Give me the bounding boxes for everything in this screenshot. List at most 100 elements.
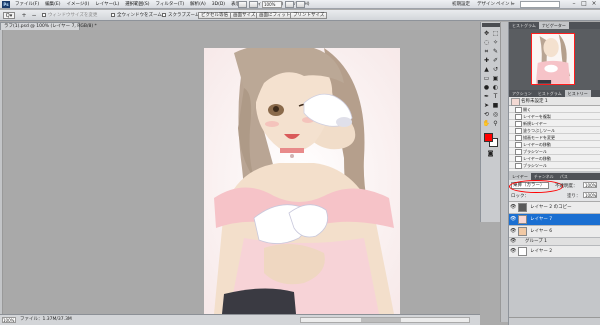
- menu-file[interactable]: ファイル(F): [12, 0, 42, 9]
- status-zoom-field[interactable]: 100%: [2, 317, 16, 323]
- actual-pixels-button[interactable]: ピクセル等倍: [198, 12, 231, 19]
- layer-row[interactable]: 👁 レイヤー 6: [509, 226, 600, 238]
- close-icon[interactable]: ×: [589, 0, 599, 8]
- blend-mode-select[interactable]: 乗算（カラー）: [509, 180, 563, 193]
- tab-actions[interactable]: アクション: [509, 90, 535, 97]
- history-item[interactable]: レイヤーの移動: [509, 141, 600, 148]
- zoom-tool-icon[interactable]: ⚲: [491, 119, 500, 128]
- history-item[interactable]: 開く: [509, 106, 600, 113]
- lock-label: ロック：: [511, 194, 529, 199]
- fit-screen-button[interactable]: 画面サイズ: [230, 12, 259, 19]
- horizontal-scrollbar[interactable]: [300, 317, 470, 323]
- layer-row[interactable]: 👁 レイヤー 2: [509, 246, 600, 258]
- history-brush-tool-icon[interactable]: ↺: [491, 65, 500, 74]
- layer-name: レイヤー 2 のコピー: [530, 205, 572, 210]
- eye-icon[interactable]: 👁: [510, 228, 516, 235]
- crop-tool-icon[interactable]: ⌗: [482, 47, 491, 56]
- tab-channels[interactable]: チャンネル: [531, 173, 557, 180]
- search-input[interactable]: [520, 1, 560, 8]
- history-item[interactable]: 塗りつぶしツール: [509, 127, 600, 134]
- workspace-design[interactable]: デザイン: [477, 0, 495, 9]
- history-item[interactable]: 描画モードを変更: [509, 134, 600, 141]
- menu-layer[interactable]: レイヤー(L): [92, 0, 122, 9]
- dodge-tool-icon[interactable]: ◐: [491, 83, 500, 92]
- gradient-tool-icon[interactable]: ▣: [491, 74, 500, 83]
- maximize-icon[interactable]: □: [579, 0, 589, 8]
- history-item[interactable]: ブラシツール: [509, 148, 600, 155]
- menu-3d[interactable]: 3D(D): [209, 0, 228, 9]
- tab-histogram-2[interactable]: ヒストグラム: [535, 90, 565, 97]
- tab-histogram[interactable]: ヒストグラム: [509, 22, 539, 29]
- layer-row-selected[interactable]: 👁 レイヤー 7: [509, 214, 600, 226]
- fill-input[interactable]: 100%: [583, 192, 597, 198]
- zoom-out-icon[interactable]: −: [30, 12, 38, 19]
- scrubby-zoom-checkbox[interactable]: [162, 13, 166, 17]
- menu-edit[interactable]: 編集(E): [42, 0, 63, 9]
- eye-icon[interactable]: 👁: [510, 204, 516, 211]
- path-select-tool-icon[interactable]: ➤: [482, 101, 491, 110]
- document-canvas[interactable]: [204, 48, 400, 314]
- eye-icon[interactable]: 👁: [510, 238, 516, 245]
- history-snapshot[interactable]: 名称未設定 1: [509, 97, 600, 106]
- zoom-in-icon[interactable]: +: [20, 12, 28, 19]
- eraser-tool-icon[interactable]: ▭: [482, 74, 491, 83]
- marquee-tool-icon[interactable]: ⬚: [491, 29, 500, 38]
- 3d-orbit-tool-icon[interactable]: ◎: [491, 110, 500, 119]
- tab-navigator[interactable]: ナビゲーター: [538, 22, 569, 29]
- bridge-button[interactable]: [238, 1, 247, 8]
- print-size-button[interactable]: プリントサイズ: [290, 12, 328, 19]
- shape-tool-icon[interactable]: ■: [491, 101, 500, 110]
- menu-image[interactable]: イメージ(I): [63, 0, 92, 9]
- opacity-input[interactable]: 100%: [583, 182, 597, 188]
- mini-bridge-button[interactable]: [249, 1, 258, 8]
- tool-preset-picker[interactable]: Q▾: [3, 12, 15, 19]
- quick-mask-icon[interactable]: ◙: [486, 149, 495, 158]
- blur-tool-icon[interactable]: ●: [482, 83, 491, 92]
- zoom-all-checkbox[interactable]: [111, 13, 115, 17]
- layer-name: レイヤー 2: [530, 249, 553, 254]
- menu-filter[interactable]: フィルター(T): [152, 0, 187, 9]
- fill-screen-button[interactable]: 画面にフィット: [256, 12, 294, 19]
- magic-wand-tool-icon[interactable]: ✧: [491, 38, 500, 47]
- tab-layers[interactable]: レイヤー: [509, 173, 531, 180]
- eye-icon[interactable]: 👁: [510, 216, 516, 223]
- document-tab[interactable]: ラフ(1).psd @ 100% (レイヤー 7, RGB/8) *: [0, 22, 97, 30]
- healing-brush-tool-icon[interactable]: ✚: [482, 56, 491, 65]
- eyedropper-tool-icon[interactable]: ✎: [491, 47, 500, 56]
- status-info: ファイル：1.37M/37.3M: [20, 317, 72, 322]
- layers-tabs: レイヤー チャンネル パス: [509, 173, 600, 180]
- layer-name: レイヤー 6: [530, 229, 553, 234]
- 3d-rotate-tool-icon[interactable]: ⟲: [482, 110, 491, 119]
- navigator-preview[interactable]: [531, 33, 575, 85]
- clone-stamp-tool-icon[interactable]: ▲: [482, 65, 491, 74]
- history-item[interactable]: ブラシツール: [509, 162, 600, 169]
- scrollbar-thumb[interactable]: [361, 318, 401, 322]
- collapsed-panel-icons[interactable]: [500, 22, 508, 322]
- history-item[interactable]: レイヤーの移動: [509, 155, 600, 162]
- zoom-level-select[interactable]: 100%: [262, 1, 282, 8]
- menu-select[interactable]: 選択範囲(S): [122, 0, 152, 9]
- move-tool-icon[interactable]: ✥: [482, 29, 491, 38]
- menu-analysis[interactable]: 解析(A): [187, 0, 209, 9]
- resize-windows-checkbox[interactable]: [42, 13, 46, 17]
- workspace-essentials[interactable]: 初期設定: [452, 0, 470, 9]
- layer-group-row[interactable]: 👁 グループ 1: [509, 238, 600, 246]
- workspace-expand[interactable]: »: [512, 0, 515, 9]
- pen-tool-icon[interactable]: ✒: [482, 92, 491, 101]
- tab-history[interactable]: ヒストリー: [564, 90, 591, 97]
- history-item[interactable]: 新規レイヤー: [509, 120, 600, 127]
- layer-row[interactable]: 👁 レイヤー 2 のコピー: [509, 202, 600, 214]
- tab-paths[interactable]: パス: [557, 173, 571, 180]
- arrange-documents-button[interactable]: [285, 1, 294, 8]
- type-tool-icon[interactable]: T: [491, 92, 500, 101]
- hand-tool-icon[interactable]: ✋: [482, 119, 491, 128]
- minimize-icon[interactable]: –: [569, 0, 579, 8]
- brush-tool-icon[interactable]: ✐: [491, 56, 500, 65]
- eye-icon[interactable]: 👁: [510, 248, 516, 255]
- history-item[interactable]: レイヤーを複製: [509, 113, 600, 120]
- foreground-color-swatch[interactable]: [484, 133, 493, 142]
- layer-name: グループ 1: [525, 239, 548, 244]
- lasso-tool-icon[interactable]: ◌: [482, 38, 491, 47]
- toolbox-grip[interactable]: [482, 23, 500, 27]
- screen-mode-button[interactable]: [296, 1, 305, 8]
